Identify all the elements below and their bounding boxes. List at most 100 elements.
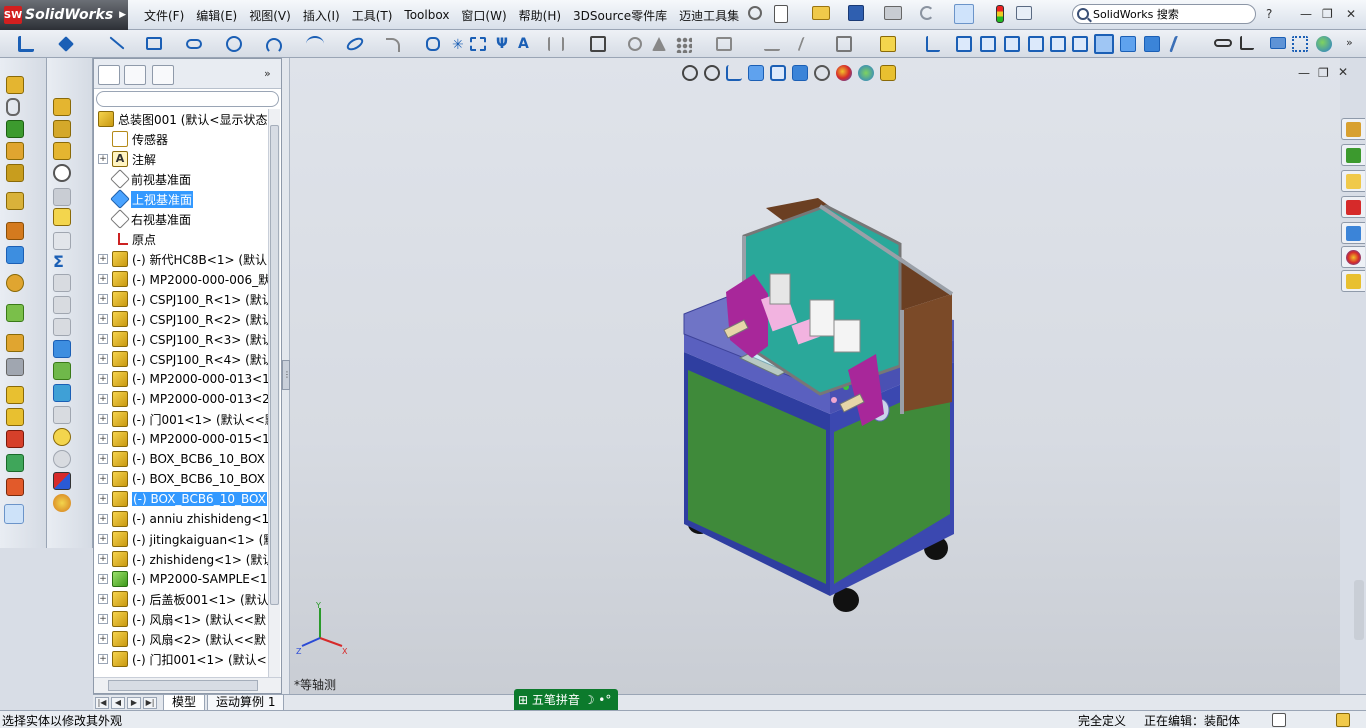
angle-icon[interactable] [1240, 36, 1254, 50]
linear-pattern-icon[interactable] [676, 37, 692, 53]
graphics-area[interactable]: — ❐ ✕ Y X Z *等轴测 [290, 58, 1348, 694]
expand-icon[interactable]: + [98, 434, 108, 444]
move-component-icon[interactable] [6, 164, 24, 182]
text-sketch-icon[interactable]: Ψ [496, 36, 514, 54]
nav-first-icon[interactable]: |◀ [95, 697, 109, 709]
search-box[interactable]: SolidWorks 搜索 [1072, 4, 1256, 24]
new-document-icon[interactable] [774, 5, 788, 23]
line-icon[interactable] [109, 36, 125, 50]
flow-icon[interactable] [1292, 36, 1308, 52]
open-folder-icon[interactable] [812, 6, 830, 20]
view-cube-3-icon[interactable] [1004, 36, 1020, 52]
tree-item[interactable]: + (-) 门扣001<1> (默认< [94, 649, 268, 669]
tab-model[interactable]: 模型 [163, 695, 206, 711]
tree-item[interactable]: 右视基准面 [94, 209, 268, 229]
tree-item[interactable]: + (-) MP2000-000-015<1 [94, 429, 268, 449]
reference-geometry-icon[interactable] [6, 246, 24, 264]
print-icon[interactable] [884, 6, 902, 20]
minimize-icon[interactable]: — [1300, 7, 1312, 21]
rebuild-icon[interactable] [53, 98, 71, 116]
task-pane-3d-content[interactable] [1341, 196, 1365, 218]
tree-item[interactable]: + (-) CSPJ100_R<2> (默认 [94, 309, 268, 329]
new-motion-study-icon[interactable] [6, 274, 24, 292]
tree-item[interactable]: + (-) jitingkaiguan<1> (默 [94, 529, 268, 549]
spell-check-icon[interactable] [53, 74, 71, 90]
interference-icon[interactable] [6, 386, 24, 404]
render-icon[interactable] [53, 494, 71, 512]
tree-item[interactable]: + (-) BOX_BCB6_10_BOX [94, 489, 268, 509]
expand-icon[interactable]: + [98, 454, 108, 464]
circle-icon[interactable] [226, 36, 242, 52]
view-orientation-icon[interactable] [926, 36, 940, 52]
tab-property-manager[interactable] [124, 65, 146, 85]
tree-scrollbar[interactable] [268, 109, 280, 677]
rebuild-status-icon[interactable] [1336, 713, 1350, 727]
tree-item[interactable]: + (-) 后盖板001<1> (默认 [94, 589, 268, 609]
shaded-view-icon[interactable] [1120, 36, 1136, 52]
table-icon[interactable] [53, 384, 71, 402]
select-arrow-icon[interactable] [954, 4, 974, 24]
view-orientation-hud-icon[interactable] [770, 65, 786, 81]
doc-minimize-icon[interactable]: — [1298, 66, 1310, 80]
insert-component-icon[interactable] [53, 142, 71, 160]
expand-icon[interactable]: + [98, 274, 108, 284]
nav-last-icon[interactable]: ▶| [143, 697, 157, 709]
menu-insert[interactable]: 插入(I) [297, 7, 346, 24]
clearance-icon[interactable] [6, 408, 24, 426]
help-icon[interactable]: ? [1266, 7, 1272, 21]
trim-icon[interactable] [548, 37, 564, 51]
tree-hscroll-thumb[interactable] [108, 680, 258, 691]
nav-next-icon[interactable]: ▶ [127, 697, 141, 709]
expand-icon[interactable]: + [98, 334, 108, 344]
view-cube-5-icon[interactable] [1050, 36, 1066, 52]
smart-dimension-icon[interactable] [58, 36, 74, 52]
layers-icon[interactable] [53, 340, 71, 358]
smart-fasteners-icon[interactable] [6, 142, 24, 160]
hole-alignment-icon[interactable] [6, 430, 24, 448]
text-icon[interactable]: A [518, 36, 536, 54]
tree-filter[interactable] [94, 89, 281, 109]
tree-item[interactable]: + A 注解 [94, 149, 268, 169]
expand-icon[interactable]: + [98, 254, 108, 264]
move-entities-icon[interactable] [716, 37, 732, 51]
zoom-to-area-icon[interactable] [704, 65, 720, 81]
expand-icon[interactable]: + [98, 514, 108, 524]
close-icon[interactable]: ✕ [1346, 7, 1356, 21]
appearance-icon[interactable] [53, 428, 71, 446]
arc-icon[interactable] [266, 38, 282, 54]
section-view-icon[interactable] [1169, 36, 1189, 52]
menu-3dsource[interactable]: 3DSource零件库 [567, 7, 673, 24]
tree-item[interactable]: 原点 [94, 229, 268, 249]
tree-item[interactable]: + (-) BOX_BCB6_10_BOX [94, 449, 268, 469]
menu-toolbox[interactable]: Toolbox [398, 8, 455, 22]
tree-item[interactable]: + (-) 风扇<2> (默认<<默 [94, 629, 268, 649]
menu-edit[interactable]: 编辑(E) [190, 7, 243, 24]
component-pattern-icon[interactable] [6, 120, 24, 138]
logo-dropdown-icon[interactable]: ▶ [119, 10, 126, 20]
previous-view-icon[interactable] [726, 65, 742, 81]
tree-item[interactable]: + (-) BOX_BCB6_10_BOX [94, 469, 268, 489]
expand-icon[interactable]: + [98, 654, 108, 664]
expand-icon[interactable]: + [98, 634, 108, 644]
tree-item[interactable]: + (-) 门001<1> (默认<<默 [94, 409, 268, 429]
tree-item[interactable]: + (-) 新代HC8B<1> (默认 [94, 249, 268, 269]
filter-input[interactable] [96, 91, 279, 107]
quick-snaps-icon[interactable] [797, 37, 819, 51]
expand-icon[interactable]: + [98, 594, 108, 604]
mirror-icon[interactable] [652, 37, 666, 51]
tree-item[interactable]: + (-) CSPJ100_R<4> (默认 [94, 349, 268, 369]
task-pane-file-explorer[interactable] [1341, 222, 1365, 244]
tree-item[interactable]: + (-) MP2000-000-013<2 [94, 389, 268, 409]
help-status-icon[interactable] [1272, 713, 1286, 727]
menu-window[interactable]: 窗口(W) [455, 7, 512, 24]
task-pane-home[interactable] [1341, 118, 1365, 140]
nav-prev-icon[interactable]: ◀ [111, 697, 125, 709]
panel-splitter[interactable]: ⋮ [282, 58, 291, 694]
doc-close-icon[interactable]: ✕ [1338, 65, 1348, 79]
menu-view[interactable]: 视图(V) [243, 7, 297, 24]
viewport-scroll-handle[interactable] [1354, 580, 1364, 640]
measure-icon[interactable] [6, 454, 24, 472]
expand-icon[interactable]: + [98, 354, 108, 364]
tree-root[interactable]: 总装图001 (默认<显示状态 [94, 109, 268, 129]
tree-item[interactable]: + (-) CSPJ100_R<1> (默认 [94, 289, 268, 309]
